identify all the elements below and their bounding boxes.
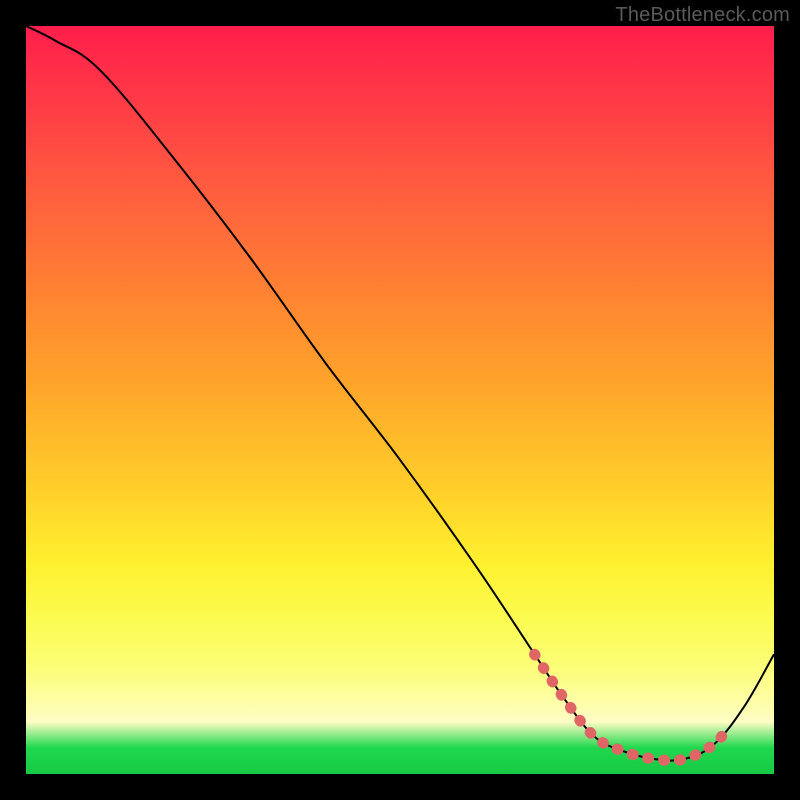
optimal-range-highlight — [535, 654, 730, 760]
watermark-label: TheBottleneck.com — [615, 4, 790, 27]
bottleneck-curve — [26, 26, 774, 761]
plot-area — [26, 26, 774, 774]
chart-frame: TheBottleneck.com — [0, 0, 800, 800]
plot-svg — [26, 26, 774, 774]
